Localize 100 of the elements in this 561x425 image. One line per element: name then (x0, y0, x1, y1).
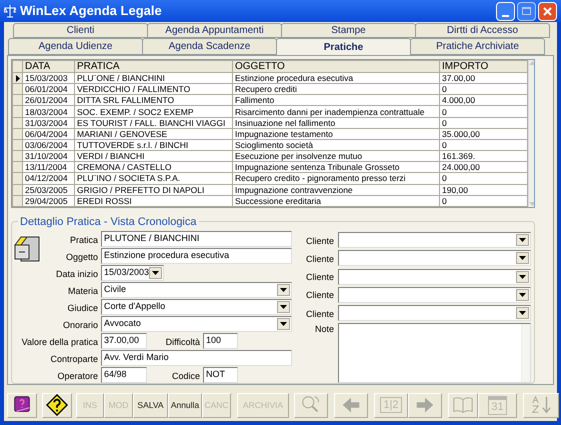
field-label: Controparte (50, 352, 98, 366)
combo-box[interactable] (338, 268, 531, 285)
combo-box[interactable] (338, 286, 531, 303)
table-cell: VERDICCHIO / FALLIMENTO (77, 84, 190, 94)
tab[interactable]: Pratiche Archiviate (410, 38, 545, 55)
table-cell: TUTTOVERDE s.r.l. / BINCHI (77, 140, 188, 150)
caret-icon[interactable] (519, 274, 526, 279)
current-row-icon (16, 75, 20, 82)
help-button[interactable] (42, 392, 72, 418)
field-label: Materia (68, 284, 98, 298)
field-label: Data inizio (56, 268, 98, 280)
caret-icon[interactable] (519, 256, 526, 260)
caret-icon[interactable] (519, 238, 526, 242)
combo-box[interactable] (338, 305, 531, 322)
row-indicator[interactable] (12, 72, 22, 84)
table-cell: 37.00,00 (442, 73, 476, 84)
field-label: Pratica (70, 234, 98, 246)
field-label: Valore della pratica (22, 336, 98, 349)
dropdown-button[interactable] (516, 252, 529, 264)
input-field[interactable]: 64/98 (101, 367, 147, 383)
table-cell: 31/03/2004 (25, 118, 68, 128)
input-field[interactable]: Estinzione procedura esecutiva (101, 248, 292, 264)
table-cell: 161.369. (442, 151, 476, 162)
date-picker[interactable]: 15/03/2003 (101, 265, 164, 281)
dropdown-button[interactable] (277, 301, 290, 313)
table-cell: SOC. EXEMP. / SOC2 EXEMP (77, 106, 194, 117)
field-label: Codice (172, 370, 200, 382)
table-cell: Scioglimento società (235, 140, 313, 150)
table-cell: Recupero crediti (235, 84, 297, 94)
combo-box[interactable] (338, 232, 531, 248)
close-button[interactable] (538, 2, 557, 20)
input-field[interactable]: PLUTONE / BIANCHINI (101, 231, 292, 247)
input-field[interactable]: 37.00,00 (101, 333, 147, 349)
table-cell: GRIGIO / PREFETTO DI NAPOLI (77, 184, 204, 195)
tab[interactable]: Agenda Udienze (8, 38, 143, 55)
dropdown-button[interactable] (277, 284, 290, 296)
tab[interactable]: Agenda Scadenze (142, 38, 277, 55)
table-cell: 35.000,00 (442, 128, 480, 139)
table-cell: MARIANI / GENOVESE (77, 128, 168, 139)
tab[interactable]: Stampe (281, 23, 416, 38)
input-field[interactable]: NOT (203, 367, 238, 383)
tab[interactable]: Dirtti di Accesso (415, 23, 550, 38)
dropdown-button[interactable] (516, 288, 529, 301)
tab[interactable]: Clienti (13, 23, 148, 38)
table-cell: DITTA SRL FALLIMENTO (77, 95, 174, 106)
minimize-button[interactable] (496, 2, 515, 20)
field-label: Cliente (306, 289, 334, 302)
question-icon[interactable] (46, 394, 68, 416)
caret-icon[interactable] (280, 288, 287, 292)
help-book-button[interactable] (7, 392, 37, 418)
table-cell: 15/03/2003 (25, 73, 68, 84)
dropdown-button[interactable] (277, 318, 290, 330)
input-field[interactable]: 100 (203, 333, 238, 349)
table-cell: Insinuazione nel fallimento (235, 118, 336, 128)
table-cell: PLU¨INO / SOCIETA S.P.A. (77, 173, 180, 184)
table-cell: 190,00 (442, 184, 468, 195)
table-cell: 0 (442, 118, 447, 128)
table-cell: PLU¨ONE / BIANCHINI (77, 73, 165, 84)
caret-icon[interactable] (519, 292, 526, 297)
table-cell: Risarcimento danni per inadempienza contrattuale (235, 106, 424, 117)
tab[interactable]: Agenda Appuntamenti (147, 23, 282, 38)
table-cell: Impugnazione contravvenzione (235, 184, 353, 195)
field-label: Difficoltà (166, 336, 200, 348)
field-label: Cliente (306, 234, 334, 248)
table-cell: 4.000,00 (442, 95, 476, 106)
table-cell: EREDI ROSSI (77, 196, 132, 206)
caret-icon[interactable] (280, 305, 287, 309)
caret-icon[interactable] (519, 311, 526, 316)
combo-box[interactable]: Corte d'Appello (101, 299, 292, 315)
table-cell: 0 (442, 84, 447, 94)
caret-icon[interactable] (280, 322, 287, 326)
table-cell: Successione ereditaria (235, 196, 321, 206)
dropdown-button[interactable] (516, 270, 529, 283)
table-cell: 24.000,00 (442, 162, 480, 172)
field-label: Cliente (306, 252, 334, 266)
toolbar-button[interactable]: Annulla (168, 392, 202, 418)
combo-box[interactable]: Civile (101, 282, 292, 298)
combo-box[interactable]: Avvocato (101, 316, 292, 332)
close-icon[interactable] (543, 6, 552, 16)
maximize-button[interactable] (517, 2, 536, 20)
table-cell: 25/03/2005 (25, 184, 68, 195)
table-cell: Esecuzione per insolvenze mutuo (235, 151, 362, 162)
table-cell: 29/04/2005 (25, 196, 68, 206)
table-cell: 0 (442, 196, 447, 206)
scrollbar[interactable] (521, 324, 530, 382)
note-field[interactable] (338, 323, 531, 384)
field-label: Note (314, 323, 334, 336)
caret-icon[interactable] (152, 271, 160, 275)
input-field[interactable]: Avv. Verdi Mario (101, 350, 292, 366)
dropdown-button[interactable] (149, 267, 162, 279)
table-cell: 26/01/2004 (25, 95, 68, 106)
tab[interactable]: Pratiche (276, 38, 411, 55)
table-cell: 13/11/2004 (25, 162, 67, 172)
table-cell: 06/04/2004 (25, 128, 68, 139)
toolbar-button[interactable]: SALVA (133, 392, 168, 418)
table-cell: VERDI / BIANCHI (77, 151, 145, 162)
combo-box[interactable] (338, 250, 531, 266)
dropdown-button[interactable] (516, 307, 529, 320)
field-label: Giudice (67, 302, 98, 314)
dropdown-button[interactable] (516, 234, 529, 246)
